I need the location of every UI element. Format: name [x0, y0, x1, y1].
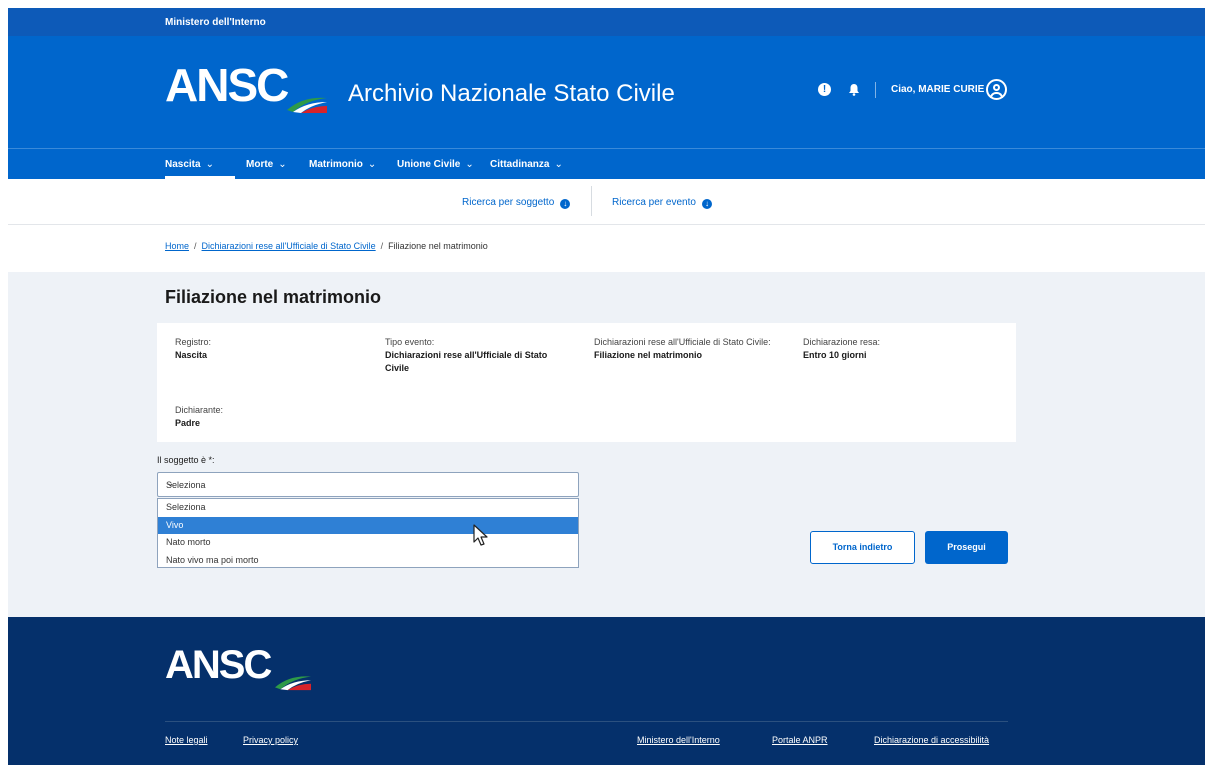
- subject-status-options: Seleziona Vivo Nato morto Nato vivo ma p…: [157, 498, 579, 568]
- footer-link-privacy[interactable]: Privacy policy: [243, 735, 298, 745]
- mouse-cursor-icon: [473, 524, 488, 546]
- chevron-down-icon: ⌄: [205, 159, 214, 170]
- field-dichiarante: Dichiarante: Padre: [175, 405, 224, 428]
- option-nato-vivo-poi-morto[interactable]: Nato vivo ma poi morto: [158, 552, 578, 570]
- page-title: Filiazione nel matrimonio: [165, 287, 382, 307]
- summary-card: Registro: Nascita Tipo evento: Dichiaraz…: [157, 323, 1016, 442]
- footer-ansc-logo[interactable]: ANSC: [165, 643, 325, 703]
- search-by-event-link[interactable]: Ricerca per evento ↓: [612, 197, 712, 209]
- user-circle-icon[interactable]: [986, 79, 1007, 100]
- back-button[interactable]: Torna indietro: [810, 531, 915, 564]
- chevron-down-icon: ⌄: [278, 159, 287, 170]
- nav-item-matrimonio[interactable]: Matrimonio ⌄: [309, 159, 376, 170]
- ministry-label[interactable]: Ministero dell'Interno: [165, 17, 266, 28]
- field-registro: Registro: Nascita: [175, 337, 212, 360]
- footer-logo-text: ANSC: [165, 643, 272, 687]
- center-header: ANSC Archivio Nazionale Stato Civile ! C…: [8, 36, 1205, 148]
- nav-item-unione-civile[interactable]: Unione Civile ⌄: [397, 159, 474, 170]
- arrow-down-circle-icon: ↓: [560, 199, 571, 209]
- footer-link-accessibilita[interactable]: Dichiarazione di accessibilità: [874, 735, 989, 745]
- breadcrumb-home[interactable]: Home: [165, 241, 189, 251]
- logo-text: ANSC: [165, 59, 289, 111]
- footer: ANSC Note legali Privacy policy Minister…: [8, 617, 1205, 765]
- option-vivo[interactable]: Vivo: [158, 516, 578, 534]
- subject-status-select[interactable]: Seleziona ⌄: [157, 472, 579, 497]
- breadcrumb-current: Filiazione nel matrimonio: [388, 241, 488, 251]
- chevron-down-icon: ⌄: [166, 478, 175, 489]
- slim-header: Ministero dell'Interno: [8, 8, 1205, 36]
- nav-item-cittadinanza[interactable]: Cittadinanza ⌄: [490, 159, 563, 170]
- field-tipo-evento: Tipo evento: Dichiarazioni rese all'Uffi…: [385, 337, 548, 373]
- footer-link-anpr[interactable]: Portale ANPR: [772, 735, 828, 745]
- search-by-subject-link[interactable]: Ricerca per soggetto ↓: [462, 197, 571, 209]
- bell-icon[interactable]: [847, 83, 860, 96]
- arrow-down-circle-icon: ↓: [701, 199, 712, 209]
- chevron-down-icon: ⌄: [367, 159, 377, 170]
- main-navbar: Nascita ⌄ Morte ⌄ Matrimonio ⌄ Unione Civil…: [8, 148, 1205, 179]
- flag-swoosh-icon: [287, 97, 327, 113]
- ansc-logo[interactable]: ANSC: [165, 58, 335, 118]
- exclamation-circle-icon[interactable]: !: [818, 83, 831, 96]
- field-dichiarazione-resa: Dichiarazione resa: Entro 10 giorni: [803, 337, 881, 360]
- subnav-divider: [591, 186, 592, 216]
- option-seleziona[interactable]: Seleziona: [158, 499, 578, 517]
- nav-item-morte[interactable]: Morte ⌄: [246, 159, 287, 170]
- breadcrumb-section[interactable]: Dichiarazioni rese all'Ufficiale di Stat…: [202, 241, 376, 251]
- footer-link-note-legali[interactable]: Note legali: [165, 735, 208, 745]
- search-subnav: Ricerca per soggetto ↓ Ricerca per evento…: [8, 179, 1205, 225]
- breadcrumb: Home / Dichiarazioni rese all'Ufficiale di…: [165, 241, 488, 251]
- continue-button[interactable]: Prosegui: [925, 531, 1008, 564]
- nav-item-nascita[interactable]: Nascita ⌄: [165, 159, 214, 170]
- flag-swoosh-icon: [275, 676, 311, 691]
- field-dichiarazioni: Dichiarazioni rese all'Ufficiale di Stat…: [594, 337, 771, 360]
- footer-divider: [165, 721, 1008, 722]
- footer-link-ministero[interactable]: Ministero dell'Interno: [637, 735, 720, 745]
- header-divider: [875, 82, 876, 98]
- subject-status-label: Il soggetto è *:: [157, 455, 215, 465]
- user-greeting[interactable]: Ciao, MARIE CURIE: [891, 84, 984, 95]
- chevron-down-icon: ⌄: [554, 159, 563, 170]
- option-nato-morto[interactable]: Nato morto: [158, 534, 578, 552]
- app-title: Archivio Nazionale Stato Civile: [348, 80, 675, 107]
- chevron-down-icon: ⌄: [465, 159, 474, 170]
